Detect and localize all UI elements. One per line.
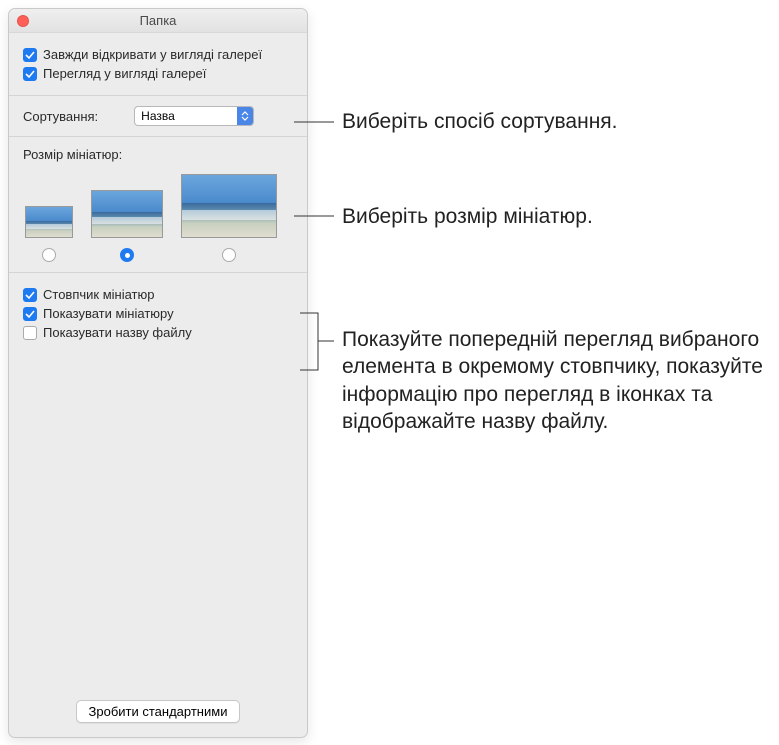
- callout-size: Виберіть розмір мініатюр.: [342, 203, 593, 230]
- callout-options: Показуйте попередній перегляд вибраного …: [342, 326, 772, 435]
- callout-sort: Виберіть спосіб сортування.: [342, 108, 618, 135]
